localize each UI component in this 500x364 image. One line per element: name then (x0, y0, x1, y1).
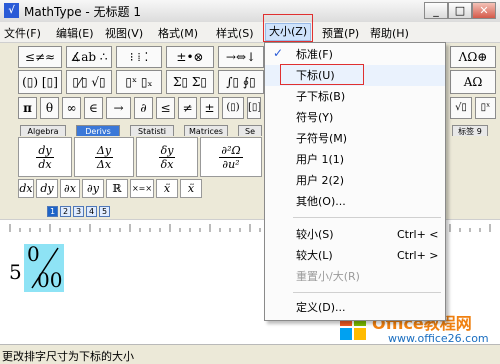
menu-help[interactable]: 帮助(H) (370, 25, 409, 41)
fences-palette-button[interactable]: (▯) [▯] (18, 70, 62, 94)
brackets-template-button[interactable]: [▯] (247, 97, 261, 119)
partial-x-template[interactable]: ∂x (60, 179, 80, 198)
plus-minus-symbol-button[interactable]: ± (200, 97, 219, 119)
spaces-palette-button[interactable]: ∡ab ∴ (66, 46, 112, 68)
size-menu-item-define[interactable]: 定义(D)... (265, 297, 445, 318)
template-numerator: δy (158, 143, 176, 158)
theta-symbol-button[interactable]: θ (40, 97, 59, 119)
size-menu-item-sub-subscript[interactable]: 子下标(B) (265, 86, 445, 107)
element-of-symbol-button[interactable]: ∈ (84, 97, 103, 119)
minimize-button[interactable]: _ (424, 2, 448, 19)
size-menu-item-larger[interactable]: 较大(L) Ctrl+ > (265, 245, 445, 266)
arrows-palette-button[interactable]: →⇔↓ (218, 46, 264, 68)
partial-second-derivative-template[interactable]: ∂²Ω ∂u² (200, 137, 262, 177)
size-menu-item-other[interactable]: 其他(O)... (265, 191, 445, 212)
tab-sets[interactable]: Se (238, 125, 262, 136)
dx-template[interactable]: dx (18, 179, 34, 198)
maximize-button[interactable]: □ (448, 2, 472, 19)
derivative-dy-dx-template[interactable]: dy dx (18, 137, 72, 177)
pi-symbol-button[interactable]: π (18, 97, 37, 119)
equation-denominator: 00 (37, 268, 63, 292)
tab-statistics[interactable]: Statisti (130, 125, 174, 136)
tab-algebra[interactable]: Algebra (20, 125, 66, 136)
size-menu-item-standard[interactable]: 标准(F) (265, 44, 445, 65)
menu-bar: 文件(F) 编辑(E) 视图(V) 格式(M) 样式(S) 大小(Z) 预置(P… (0, 22, 500, 43)
dy-template[interactable]: dy (36, 179, 58, 198)
menu-style[interactable]: 样式(S) (216, 25, 254, 41)
menu-size-highlight-box (263, 14, 313, 42)
menu-file[interactable]: 文件(F) (4, 25, 41, 41)
template-denominator: ∂u² (222, 157, 240, 171)
matrices-palette-button[interactable]: ΑΩ (450, 70, 496, 94)
variation-dy-dx-template[interactable]: δy δx (136, 137, 198, 177)
template-denominator: δx (160, 157, 174, 171)
size-1-button[interactable]: 1 (47, 206, 58, 217)
summations-palette-button[interactable]: Σ▯ Σ▯ (166, 70, 214, 94)
not-equal-symbol-button[interactable]: ≠ (178, 97, 197, 119)
close-button[interactable]: ✕ (472, 2, 496, 19)
size-menu-item-sub-symbol[interactable]: 子符号(M) (265, 128, 445, 149)
tab-9[interactable]: 标签 9 (452, 125, 488, 136)
menu-preferences[interactable]: 预置(P) (322, 25, 359, 41)
size-5-button[interactable]: 5 (99, 206, 110, 217)
delta-y-delta-x-template[interactable]: Δy Δx (74, 137, 134, 177)
superscript-template-button[interactable]: ▯ˣ (475, 97, 496, 119)
fractions-palette-button[interactable]: ▯⁄▯ √▯ (66, 70, 112, 94)
parentheses-template-button[interactable]: (▯) (222, 97, 244, 119)
greek-palette-button[interactable]: ΛΩ⊕ (450, 46, 496, 68)
scripts-palette-button[interactable]: ▯ˣ ▯ₓ (116, 70, 162, 94)
infinity-symbol-button[interactable]: ∞ (62, 97, 81, 119)
menu-view[interactable]: 视图(V) (105, 25, 143, 41)
size-3-button[interactable]: 3 (73, 206, 84, 217)
embellishments-palette-button[interactable]: ⁝ ⁞ ⁚ (116, 46, 162, 68)
size-menu-item-user2[interactable]: 用户 2(2) (265, 170, 445, 191)
real-numbers-template[interactable]: ℝ (106, 179, 128, 198)
size-menu-item-user1[interactable]: 用户 1(1) (265, 149, 445, 170)
tab-matrices[interactable]: Matrices (184, 125, 228, 136)
double-dot-x-alt-template[interactable]: ẍ (180, 179, 202, 198)
size-menu-item-symbol[interactable]: 符号(Y) (265, 107, 445, 128)
subscript-highlight-box (280, 64, 364, 85)
right-arrow-symbol-button[interactable]: → (106, 97, 131, 119)
template-numerator: ∂²Ω (219, 143, 243, 158)
partial-y-template[interactable]: ∂y (82, 179, 104, 198)
double-dot-x-template[interactable]: ẍ (156, 179, 178, 198)
menu-format[interactable]: 格式(M) (158, 25, 198, 41)
window-title: MathType - 无标题 1 (24, 5, 141, 19)
equation-lead-digit: 5 (9, 260, 22, 284)
size-menu-item-reset: 重置小/大(R) (296, 270, 360, 283)
size-2-button[interactable]: 2 (60, 206, 71, 217)
template-denominator: dx (38, 157, 52, 171)
mathtype-app-icon: √ (4, 3, 19, 18)
size-4-button[interactable]: 4 (86, 206, 97, 217)
relations-palette-button[interactable]: ≤≠≈ (18, 46, 62, 68)
title-bar: √ MathType - 无标题 1 _ □ ✕ (0, 0, 500, 23)
tab-derivs[interactable]: Derivs (76, 125, 120, 136)
integrals-palette-button[interactable]: ∫▯ ∮▯ (218, 70, 264, 94)
cross-product-template[interactable]: ×=× (130, 179, 154, 198)
menu-separator (293, 292, 441, 293)
template-numerator: dy (36, 143, 54, 158)
menu-edit[interactable]: 编辑(E) (56, 25, 94, 41)
partial-symbol-button[interactable]: ∂ (134, 97, 153, 119)
less-equal-symbol-button[interactable]: ≤ (156, 97, 175, 119)
watermark-url: www.office26.com (388, 332, 489, 345)
template-numerator: Δy (94, 143, 114, 158)
sqrt-template-button[interactable]: √▯ (450, 97, 472, 119)
size-menu-item-smaller[interactable]: 较小(S) Ctrl+ < (265, 224, 445, 245)
operators-palette-button[interactable]: ±•⊗ (166, 46, 214, 68)
template-denominator: Δx (96, 157, 112, 171)
menu-separator (293, 217, 441, 218)
